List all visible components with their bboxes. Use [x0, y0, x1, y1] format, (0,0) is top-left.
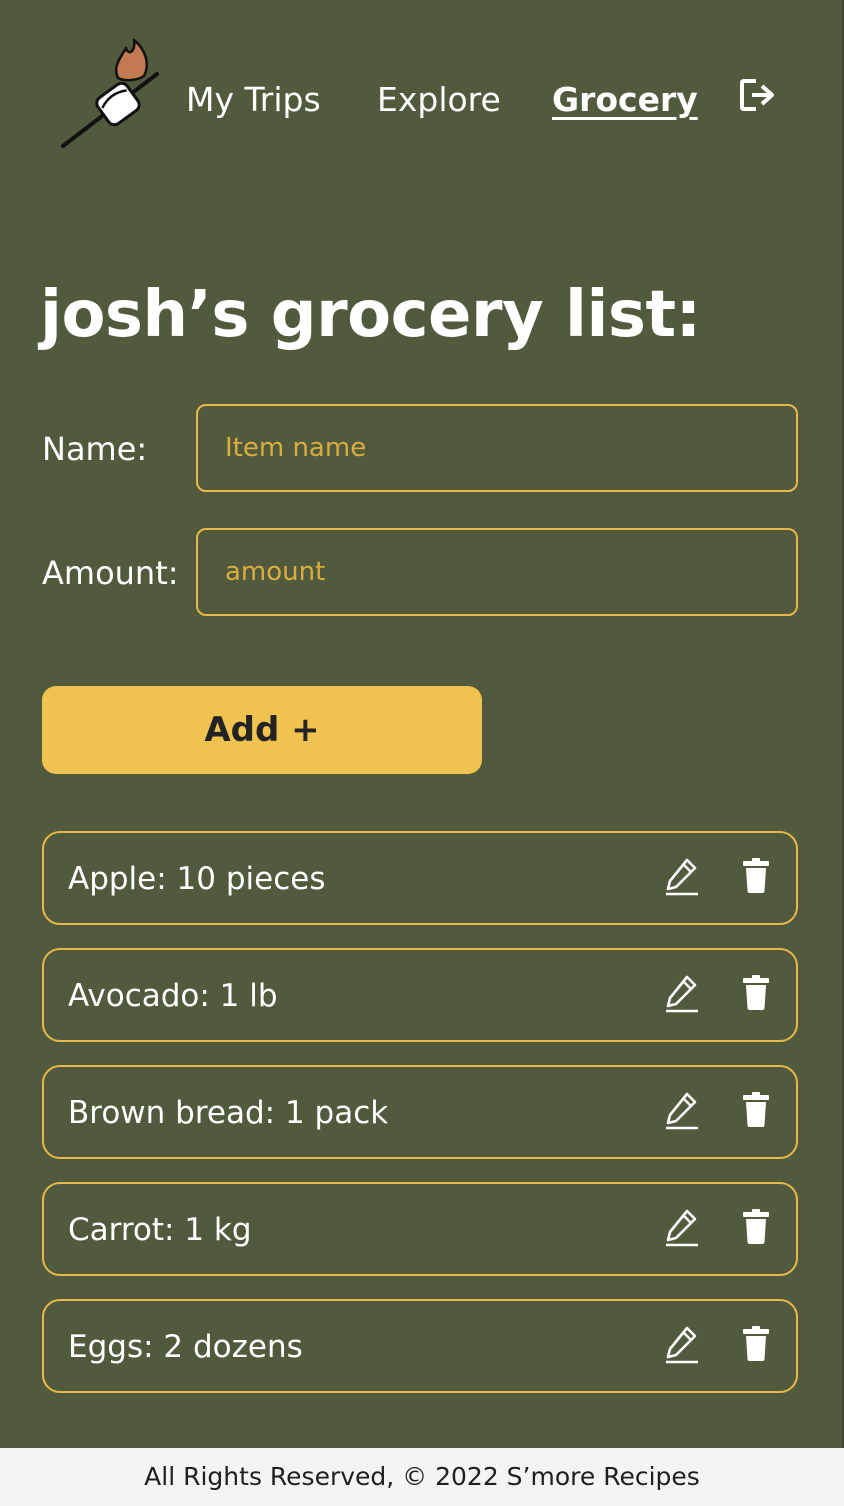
item-name-input[interactable] — [196, 404, 798, 492]
grocery-item-text: Carrot: 1 kg — [68, 1212, 252, 1248]
trash-icon — [743, 1326, 769, 1361]
delete-button[interactable] — [742, 1209, 770, 1245]
grocery-item: Apple: 10 pieces — [42, 831, 798, 925]
delete-button[interactable] — [742, 1326, 770, 1362]
edit-button[interactable] — [664, 856, 700, 896]
pencil-icon — [666, 1092, 698, 1130]
grocery-list: Apple: 10 pieces Avocado: 1 lb Brown bre… — [42, 831, 798, 1416]
grocery-item-text: Eggs: 2 dozens — [68, 1329, 303, 1365]
name-label: Name: — [42, 430, 148, 468]
trash-icon — [743, 1209, 769, 1244]
grocery-item-text: Brown bread: 1 pack — [68, 1095, 389, 1131]
nav-link-explore[interactable]: Explore — [377, 78, 501, 122]
marshmallow-logo-icon[interactable] — [56, 30, 166, 154]
grocery-item: Avocado: 1 lb — [42, 948, 798, 1042]
grocery-item-text: Avocado: 1 lb — [68, 978, 278, 1014]
pencil-icon — [666, 858, 698, 896]
amount-label: Amount: — [42, 554, 179, 592]
edit-button[interactable] — [664, 1090, 700, 1130]
pencil-icon — [666, 1209, 698, 1247]
logout-icon[interactable] — [738, 76, 778, 114]
nav-link-my-trips[interactable]: My Trips — [186, 78, 321, 122]
page-title: josh’s grocery list: — [40, 278, 701, 352]
pencil-icon — [666, 1326, 698, 1364]
delete-button[interactable] — [742, 1092, 770, 1128]
grocery-item: Brown bread: 1 pack — [42, 1065, 798, 1159]
app-container: My Trips Explore Grocery josh’s grocery … — [0, 0, 844, 1448]
delete-button[interactable] — [742, 858, 770, 894]
grocery-item: Carrot: 1 kg — [42, 1182, 798, 1276]
pencil-icon — [666, 975, 698, 1013]
trash-icon — [743, 975, 769, 1010]
delete-button[interactable] — [742, 975, 770, 1011]
edit-button[interactable] — [664, 973, 700, 1013]
grocery-item-text: Apple: 10 pieces — [68, 861, 326, 897]
edit-button[interactable] — [664, 1207, 700, 1247]
nav-link-grocery[interactable]: Grocery — [552, 78, 698, 122]
footer-copyright: All Rights Reserved, © 2022 S’more Recip… — [0, 1448, 844, 1506]
trash-icon — [743, 1092, 769, 1127]
add-button[interactable]: Add + — [42, 686, 482, 774]
trash-icon — [743, 858, 769, 893]
edit-button[interactable] — [664, 1324, 700, 1364]
grocery-item: Eggs: 2 dozens — [42, 1299, 798, 1393]
amount-input[interactable] — [196, 528, 798, 616]
